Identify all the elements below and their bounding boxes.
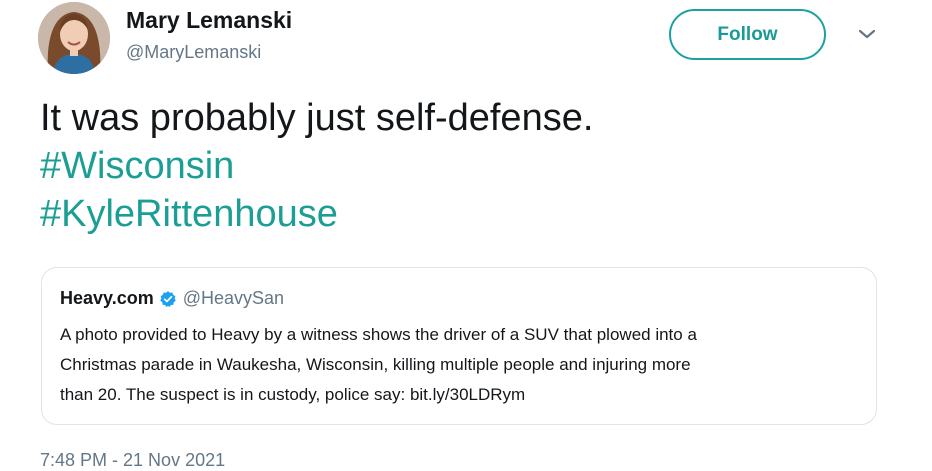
tweet-text: It was probably just self-defense. #Wisc… [40, 94, 593, 238]
author-handle[interactable]: @MaryLemanski [126, 42, 261, 63]
quoted-tweet-author-name: Heavy.com [60, 288, 154, 308]
quoted-tweet-line: A photo provided to Heavy by a witness s… [60, 325, 697, 344]
quoted-tweet-header: Heavy.com @HeavySan [60, 288, 284, 309]
hashtag-link[interactable]: #KyleRittenhouse [40, 190, 593, 238]
quoted-tweet-line: than 20. The suspect is in custody, poli… [60, 385, 526, 404]
quoted-tweet-body: A photo provided to Heavy by a witness s… [60, 320, 860, 410]
profile-photo-icon [38, 2, 110, 74]
author-display-name[interactable]: Mary Lemanski [126, 7, 292, 34]
tweet-text-line: It was probably just self-defense. [40, 97, 594, 139]
quoted-tweet-card[interactable]: Heavy.com @HeavySan A photo provided to … [41, 267, 877, 425]
verified-badge-icon [159, 290, 176, 307]
tweet-timestamp[interactable]: 7:48 PM - 21 Nov 2021 [40, 450, 225, 471]
chevron-down-icon[interactable] [856, 26, 878, 42]
quoted-tweet-handle: @HeavySan [182, 288, 285, 308]
follow-button[interactable]: Follow [669, 9, 826, 60]
quoted-tweet-line: Christmas parade in Waukesha, Wisconsin,… [60, 355, 691, 374]
avatar[interactable] [38, 2, 110, 74]
hashtag-link[interactable]: #Wisconsin [40, 142, 593, 190]
